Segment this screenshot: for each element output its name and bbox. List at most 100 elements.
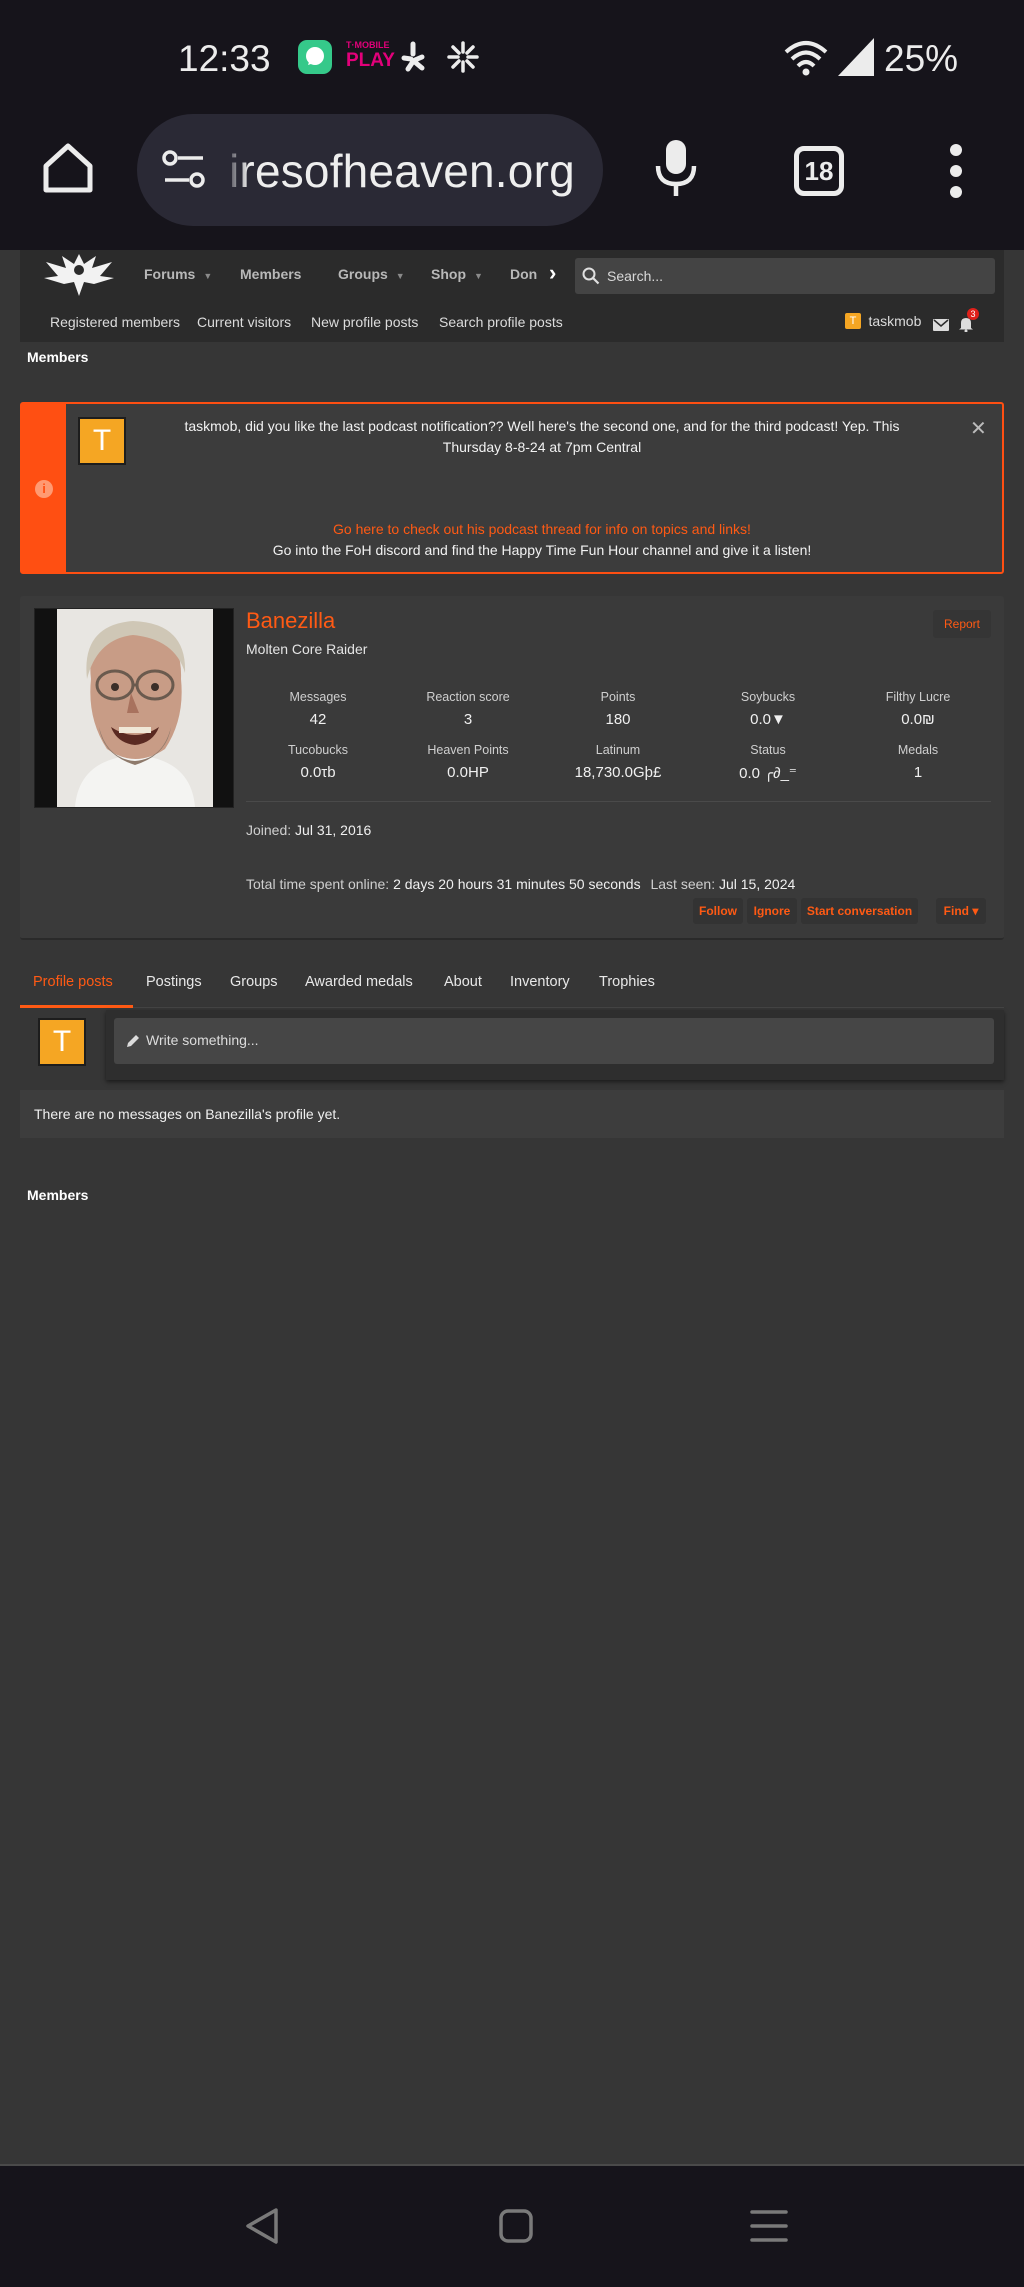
stat-reaction-score[interactable]: Reaction score 3 <box>393 690 543 728</box>
search-box[interactable] <box>575 258 995 294</box>
site-settings-icon[interactable] <box>161 150 207 195</box>
play-label: PLAY <box>346 50 395 71</box>
subnav-new-profile-posts[interactable]: New profile posts <box>311 314 418 330</box>
stat-label: Messages <box>289 690 347 704</box>
stat-messages[interactable]: Messages 42 <box>243 690 393 728</box>
stat-value: 0.0₪ <box>901 711 935 728</box>
close-icon[interactable]: ✕ <box>970 416 987 441</box>
notice-avatar[interactable]: T <box>78 417 126 465</box>
subnav-registered-members[interactable]: Registered members <box>50 314 180 330</box>
alerts-badge: 3 <box>967 308 979 320</box>
pencil-icon <box>126 1034 140 1053</box>
user-avatar: T <box>845 312 861 329</box>
last-seen-label: Last seen: <box>650 876 716 892</box>
composer-placeholder: Write something... <box>146 1032 259 1048</box>
profile-avatar[interactable] <box>34 608 234 808</box>
asterisk-icon <box>446 40 480 79</box>
stat-tucobucks: Tucobucks 0.0τb <box>243 743 393 781</box>
start-conversation-button[interactable]: Start conversation <box>801 898 918 924</box>
stat-soybucks: Soybucks 0.0▼ <box>693 690 843 728</box>
joined-info: Joined: Jul 31, 2016 <box>246 822 371 838</box>
recents-icon[interactable] <box>750 2208 788 2249</box>
stat-value: 0.0 ╭∂_⁼ <box>739 765 797 782</box>
nav-members-label: Members <box>240 266 302 282</box>
yelp-icon <box>398 40 432 79</box>
stat-latinum: Latinum 18,730.0Gþ£ <box>543 743 693 781</box>
stat-points[interactable]: Points 180 <box>543 690 693 728</box>
sub-nav: Registered members Current visitors New … <box>20 306 1004 342</box>
overflow-menu-icon[interactable] <box>946 144 966 203</box>
user-menu[interactable]: T taskmob <box>845 312 921 334</box>
tab-profile-posts[interactable]: Profile posts <box>33 974 113 990</box>
tab-about[interactable]: About <box>444 974 482 990</box>
tab-switcher-button[interactable]: 18 <box>794 146 844 196</box>
nav-members[interactable]: Members <box>240 266 301 282</box>
nav-groups[interactable]: Groups ▼ <box>338 266 405 282</box>
find-dropdown[interactable]: Find ▾ <box>936 898 986 924</box>
home-button-icon[interactable] <box>498 2208 534 2249</box>
nav-forums-label: Forums <box>144 266 196 282</box>
notice-line-1: taskmob, did you like the last podcast n… <box>184 418 900 434</box>
joined-label: Joined: <box>246 822 292 838</box>
stat-label: Points <box>600 690 636 704</box>
tab-inventory[interactable]: Inventory <box>510 974 570 990</box>
active-tab-indicator <box>20 1005 133 1008</box>
battery-percent: 25% <box>884 38 959 79</box>
avatar-portrait <box>57 609 213 807</box>
nav-scroll-right-icon[interactable]: › <box>549 260 556 286</box>
system-navigation-bar <box>0 2164 1024 2287</box>
subnav-search-profile-posts[interactable]: Search profile posts <box>439 314 563 330</box>
inbox-icon[interactable] <box>933 318 949 336</box>
nav-donate[interactable]: Don <box>510 266 537 282</box>
follow-button[interactable]: Follow <box>693 898 743 924</box>
site-logo[interactable] <box>40 250 118 303</box>
stat-label: Reaction score <box>426 690 510 704</box>
address-bar[interactable]: iresofheaven.org <box>137 114 603 226</box>
nav-shop[interactable]: Shop ▼ <box>431 266 483 282</box>
subnav-current-visitors[interactable]: Current visitors <box>197 314 291 330</box>
notice-line-3: Go into the FoH discord and find the Hap… <box>272 542 812 558</box>
footer-breadcrumb[interactable]: Members <box>27 1187 88 1203</box>
tmobile-play-icon: T·MOBILE PLAY <box>346 40 395 76</box>
write-something-input[interactable]: Write something... <box>114 1018 994 1064</box>
report-button[interactable]: Report <box>933 610 991 638</box>
chevron-down-icon: ▼ <box>395 271 405 281</box>
profile-tabs: Profile posts Postings Groups Awarded me… <box>20 960 1004 1008</box>
main-nav: Forums ▼ Members Groups ▼ Shop ▼ Don › <box>20 250 1004 298</box>
profile-username[interactable]: Banezilla <box>246 608 335 634</box>
stat-value: 0.0▼ <box>750 711 786 728</box>
ignore-button[interactable]: Ignore <box>747 898 797 924</box>
online-info: Total time spent online: 2 days 20 hours… <box>246 876 795 892</box>
stat-value: 18,730.0Gþ£ <box>574 764 662 781</box>
online-duration: 2 days 20 hours 31 minutes 50 seconds <box>393 876 641 892</box>
tab-postings[interactable]: Postings <box>146 974 202 990</box>
tab-trophies[interactable]: Trophies <box>599 974 655 990</box>
notice-link[interactable]: Go here to check out his podcast thread … <box>82 519 1002 540</box>
tmobile-label: T·MOBILE <box>346 40 390 50</box>
stat-value: 0.0HP <box>447 764 489 781</box>
wifi-icon <box>784 38 828 81</box>
back-icon[interactable] <box>244 2206 280 2251</box>
search-input[interactable] <box>607 258 987 294</box>
home-icon[interactable] <box>40 140 96 201</box>
stat-heaven-points: Heaven Points 0.0HP <box>393 743 543 781</box>
tab-groups[interactable]: Groups <box>230 974 278 990</box>
status-bar: 12:33 T·MOBILE PLAY 25% <box>0 0 1024 110</box>
joined-date: Jul 31, 2016 <box>295 822 372 838</box>
breadcrumb[interactable]: Members <box>27 349 88 365</box>
post-composer: Write something... <box>106 1010 1004 1080</box>
browser-toolbar: iresofheaven.org 18 <box>0 110 1024 250</box>
stat-label: Latinum <box>595 743 641 757</box>
stat-medals[interactable]: Medals 1 <box>843 743 993 781</box>
notice-line-2: Thursday 8-8-24 at 7pm Central <box>442 439 642 455</box>
nav-forums[interactable]: Forums ▼ <box>144 266 212 282</box>
tab-awarded-medals[interactable]: Awarded medals <box>305 974 413 990</box>
stat-label: Tucobucks <box>288 743 348 757</box>
clock: 12:33 <box>178 38 271 79</box>
chevron-down-icon: ▼ <box>203 271 213 281</box>
composer-avatar[interactable]: T <box>38 1018 86 1066</box>
url-fade <box>223 136 249 206</box>
microphone-icon[interactable] <box>654 138 698 203</box>
stat-status: Status 0.0 ╭∂_⁼ <box>693 743 843 782</box>
stat-value: 0.0τb <box>300 764 336 781</box>
